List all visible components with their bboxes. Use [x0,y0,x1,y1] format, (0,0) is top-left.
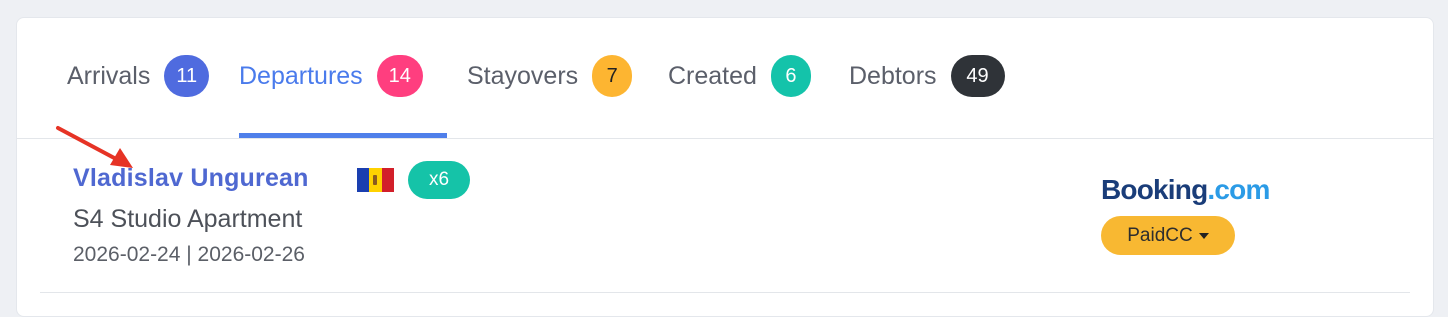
booking-com-logo: Booking.com [1101,174,1270,205]
active-tab-indicator [239,133,447,138]
stay-count-badge: x6 [408,161,470,199]
tab-arrivals-label: Arrivals [67,61,151,90]
tab-created-count: 6 [770,55,811,97]
stay-dates: 2026-02-24 | 2026-02-26 [73,243,305,266]
tab-created[interactable]: Created 6 [668,54,811,98]
tab-departures-label: Departures [239,61,363,90]
payment-status-dropdown[interactable]: PaidCC [1101,216,1235,255]
tab-debtors[interactable]: Debtors 49 [849,54,1005,98]
guest-name-link[interactable]: Vladislav Ungurean [73,164,309,193]
tab-created-label: Created [668,61,757,90]
tab-debtors-count: 49 [950,55,1005,97]
tab-departures[interactable]: Departures 14 [239,54,423,98]
caret-down-icon [1198,232,1209,239]
booking-row: Vladislav Ungurean x6 S4 Studio Apartmen… [17,139,1433,295]
tab-stayovers[interactable]: Stayovers 7 [467,54,633,98]
tab-stayovers-count: 7 [592,55,633,97]
tab-bar: Arrivals 11 Departures 14 Stayovers 7 Cr… [17,18,1433,139]
row-divider [40,292,1410,293]
tab-arrivals[interactable]: Arrivals 11 [67,54,210,98]
moldova-flag-icon [357,168,394,192]
tab-departures-count: 14 [376,55,423,97]
payment-status-label: PaidCC [1127,224,1193,246]
tab-stayovers-label: Stayovers [467,61,579,90]
tab-debtors-label: Debtors [849,61,937,90]
room-name: S4 Studio Apartment [73,205,303,233]
tab-arrivals-count: 11 [164,55,210,97]
bookings-card: Arrivals 11 Departures 14 Stayovers 7 Cr… [16,17,1434,317]
